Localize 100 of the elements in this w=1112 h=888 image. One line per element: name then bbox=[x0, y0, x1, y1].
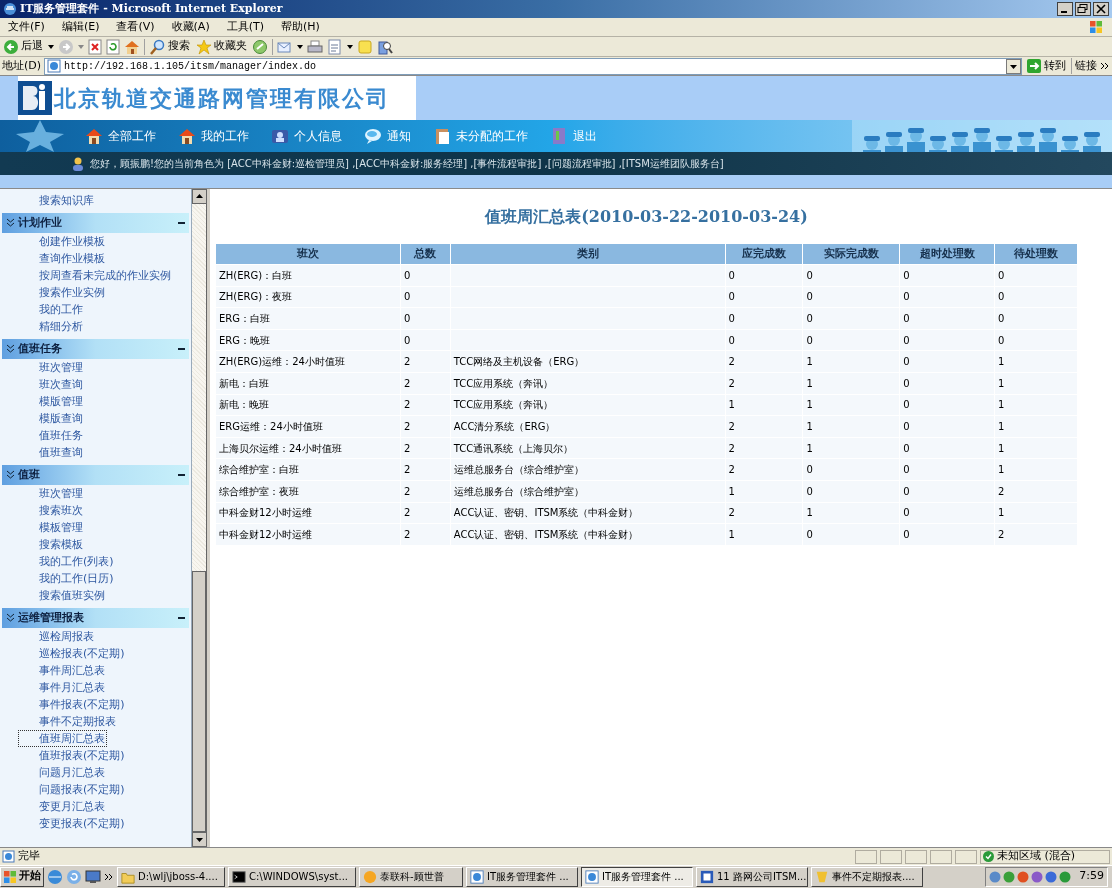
sidebar-link[interactable]: 搜索知识库 bbox=[38, 192, 191, 209]
double-chevron-down-icon bbox=[6, 470, 15, 480]
sidebar-link[interactable]: 我的工作(列表) bbox=[38, 553, 191, 570]
table-cell: 0 bbox=[899, 394, 995, 416]
collapse-icon[interactable] bbox=[178, 221, 185, 225]
sidebar-link[interactable]: 事件周汇总表 bbox=[38, 662, 191, 679]
refresh-icon[interactable] bbox=[106, 38, 120, 55]
table-cell: 0 bbox=[899, 286, 995, 308]
nav-link[interactable]: 个人信息 bbox=[271, 127, 342, 145]
links-label[interactable]: 链接 bbox=[1075, 57, 1097, 75]
scrollbar[interactable] bbox=[192, 189, 207, 847]
document-icon bbox=[700, 869, 714, 884]
sidebar-link[interactable]: 事件月汇总表 bbox=[38, 679, 191, 696]
sidebar-link[interactable]: 值班任务 bbox=[38, 427, 191, 444]
chevron-icon[interactable] bbox=[104, 872, 114, 881]
sidebar-link[interactable]: 创建作业模板 bbox=[38, 233, 191, 250]
menu-item[interactable]: 帮助(H) bbox=[281, 18, 320, 36]
menu-item[interactable]: 查看(V) bbox=[116, 18, 155, 36]
restore-icon[interactable] bbox=[1075, 2, 1091, 16]
table-cell: ACC认证、密钥、ITSM系统（中科金财） bbox=[450, 523, 726, 546]
table-cell: 1 bbox=[725, 523, 803, 546]
clock-text: 7:59 bbox=[1079, 868, 1104, 885]
table-cell: 0 bbox=[899, 480, 995, 503]
scroll-down-icon[interactable] bbox=[192, 832, 207, 847]
sidebar-link[interactable]: 我的工作(日历) bbox=[38, 570, 191, 587]
sidebar-link[interactable]: 事件不定期报表 bbox=[38, 713, 191, 730]
sidebar-link[interactable]: 问题报表(不定期) bbox=[38, 781, 191, 798]
page-icon bbox=[47, 59, 62, 73]
status-pane bbox=[880, 849, 902, 864]
collapse-icon[interactable] bbox=[178, 347, 185, 351]
sidebar-link[interactable]: 模板管理 bbox=[38, 519, 191, 536]
nav-link[interactable]: 全部工作 bbox=[85, 127, 156, 145]
sidebar-link[interactable]: 问题月汇总表 bbox=[38, 764, 191, 781]
sidebar-link[interactable]: 按周查看未完成的作业实例 bbox=[38, 267, 191, 284]
taskbar-button[interactable]: 泰联科-顾世普 bbox=[359, 866, 463, 887]
status-text: 完毕 bbox=[18, 848, 40, 865]
sidebar-link[interactable]: 精细分析 bbox=[38, 318, 191, 335]
taskbar-button[interactable]: IT服务管理套件 ... bbox=[581, 866, 693, 887]
dropdown-caret-icon bbox=[48, 44, 54, 49]
back-button[interactable]: 后退 bbox=[2, 37, 44, 56]
taskbar-button[interactable]: 事件不定期报表.... bbox=[811, 866, 923, 887]
table-cell: 2 bbox=[994, 480, 1078, 503]
address-field[interactable]: http://192.168.1.105/itsm/manager/index.do bbox=[44, 57, 1022, 75]
nav-link[interactable]: 我的工作 bbox=[178, 127, 249, 145]
sidebar-link[interactable]: 值班周汇总表 bbox=[18, 730, 107, 747]
close-icon[interactable] bbox=[1093, 2, 1109, 16]
taskbar-button[interactable]: C:\WINDOWS\syst... bbox=[228, 866, 356, 887]
tray-icon[interactable] bbox=[1045, 870, 1058, 883]
tray-icon[interactable] bbox=[1031, 870, 1044, 883]
sidebar-link[interactable]: 变更报表(不定期) bbox=[38, 815, 191, 832]
section-header[interactable]: 值班 bbox=[2, 465, 189, 485]
sidebar-link[interactable]: 变更月汇总表 bbox=[38, 798, 191, 815]
sidebar-link[interactable]: 巡检周报表 bbox=[38, 628, 191, 645]
column-header: 待处理数 bbox=[994, 243, 1078, 265]
search-button[interactable]: 搜索 bbox=[149, 37, 191, 56]
taskbar-button[interactable]: 11 路网公司ITSM... bbox=[696, 866, 808, 887]
minimize-icon[interactable] bbox=[1057, 2, 1073, 16]
sidebar-link[interactable]: 巡检报表(不定期) bbox=[38, 645, 191, 662]
sidebar-link[interactable]: 搜索值班实例 bbox=[38, 587, 191, 604]
menu-item[interactable]: 工具(T) bbox=[226, 18, 264, 36]
company-name: 北京轨道交通路网管理有限公司 bbox=[54, 84, 390, 113]
sidebar-link[interactable]: 搜索班次 bbox=[38, 502, 191, 519]
chevron-icon[interactable] bbox=[1100, 62, 1110, 70]
sidebar-link[interactable]: 查询作业模板 bbox=[38, 250, 191, 267]
research-icon[interactable] bbox=[377, 38, 393, 55]
collapse-icon[interactable] bbox=[178, 473, 185, 477]
table-cell: TCC应用系统（奔讯） bbox=[450, 372, 726, 395]
taskbar-button[interactable]: IT服务管理套件 ... bbox=[466, 866, 578, 887]
tray-icon[interactable] bbox=[1017, 870, 1030, 883]
favorites-button[interactable]: 收藏夹 bbox=[195, 37, 248, 56]
sidebar-link[interactable]: 班次管理 bbox=[38, 359, 191, 376]
menu-item[interactable]: 文件(F) bbox=[8, 18, 45, 36]
scroll-thumb[interactable] bbox=[192, 571, 206, 832]
home-icon[interactable] bbox=[124, 38, 140, 55]
table-cell: 1 bbox=[802, 394, 900, 416]
sidebar-link[interactable]: 班次查询 bbox=[38, 376, 191, 393]
taskbar-button[interactable]: D:\wlj\jboss-4.... bbox=[117, 866, 225, 887]
sidebar-link[interactable]: 模版查询 bbox=[38, 410, 191, 427]
sidebar-link[interactable]: 事件报表(不定期) bbox=[38, 696, 191, 713]
sidebar-link[interactable]: 模版管理 bbox=[38, 393, 191, 410]
menu-item[interactable]: 编辑(E) bbox=[61, 18, 100, 36]
media-icon[interactable] bbox=[252, 38, 268, 55]
sidebar-link[interactable]: 值班报表(不定期) bbox=[38, 747, 191, 764]
start-button[interactable]: 开始 bbox=[0, 866, 44, 887]
scroll-up-icon[interactable] bbox=[192, 189, 207, 204]
desktop-icon[interactable] bbox=[85, 868, 101, 885]
sidebar-link[interactable]: 班次管理 bbox=[38, 485, 191, 502]
section-header[interactable]: 值班任务 bbox=[2, 339, 189, 359]
table-cell: 0 bbox=[899, 329, 995, 351]
go-button[interactable]: 转到 bbox=[1025, 57, 1068, 75]
section-header[interactable]: 计划作业 bbox=[2, 213, 189, 233]
sidebar-link[interactable]: 搜索作业实例 bbox=[38, 284, 191, 301]
printer-icon[interactable] bbox=[307, 38, 323, 55]
menu-item[interactable]: 收藏(A) bbox=[171, 18, 210, 36]
section-header[interactable]: 运维管理报表 bbox=[2, 608, 189, 628]
collapse-icon[interactable] bbox=[178, 616, 185, 620]
sidebar-link[interactable]: 我的工作 bbox=[38, 301, 191, 318]
sidebar-link[interactable]: 值班查询 bbox=[38, 444, 191, 461]
stop-icon[interactable] bbox=[88, 38, 102, 55]
sidebar-link[interactable]: 搜索模板 bbox=[38, 536, 191, 553]
